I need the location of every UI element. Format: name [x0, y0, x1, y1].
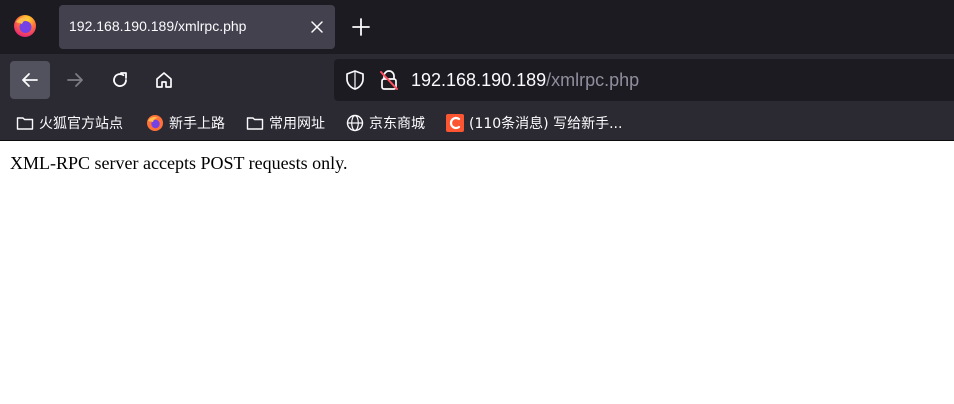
- bookmark-jd-mall[interactable]: 京东商城: [346, 111, 425, 135]
- folder-icon: [16, 117, 34, 130]
- bookmark-label: 新手上路: [169, 116, 225, 132]
- url-text[interactable]: 192.168.190.189/xmlrpc.php: [411, 70, 639, 91]
- arrow-left-icon: [22, 73, 38, 87]
- bookmark-folder-common-sites[interactable]: 常用网址: [246, 111, 325, 135]
- forward-button[interactable]: [55, 61, 95, 99]
- page-message: XML-RPC server accepts POST requests onl…: [10, 153, 348, 173]
- firefox-icon: [147, 115, 163, 131]
- csdn-icon: [446, 114, 464, 132]
- arrow-right-icon: [67, 73, 83, 87]
- tab-strip: 192.168.190.189/xmlrpc.php: [0, 0, 954, 54]
- bookmark-getting-started[interactable]: 新手上路: [146, 111, 225, 135]
- bookmark-label: 火狐官方站点: [39, 116, 123, 132]
- folder-icon: [246, 117, 264, 130]
- bookmark-label: (110条消息) 写给新手...: [469, 116, 623, 132]
- globe-icon: [346, 114, 364, 132]
- address-bar[interactable]: 192.168.190.189/xmlrpc.php: [334, 59, 954, 101]
- navigation-toolbar: 192.168.190.189/xmlrpc.php: [0, 54, 954, 106]
- bookmarks-toolbar: 火狐官方站点 新手上路 常用网址 京东商城 (110条消息) 写给新手...: [0, 106, 954, 141]
- reload-icon: [113, 72, 127, 87]
- firefox-logo-icon[interactable]: [12, 13, 38, 39]
- back-button[interactable]: [10, 61, 50, 99]
- url-host: 192.168.190.189: [411, 70, 547, 90]
- close-icon[interactable]: [307, 17, 327, 37]
- tab-active[interactable]: 192.168.190.189/xmlrpc.php: [59, 5, 335, 49]
- bookmark-csdn-article[interactable]: (110条消息) 写给新手...: [446, 111, 622, 135]
- new-tab-icon[interactable]: [350, 16, 372, 38]
- url-path: /xmlrpc.php: [546, 70, 640, 90]
- bookmark-label: 常用网址: [269, 116, 325, 132]
- home-button[interactable]: [144, 61, 184, 99]
- shield-icon[interactable]: [344, 69, 366, 91]
- home-icon: [156, 72, 172, 88]
- reload-button[interactable]: [100, 61, 140, 99]
- insecure-lock-icon[interactable]: [378, 69, 400, 91]
- bookmark-label: 京东商城: [369, 116, 425, 132]
- bookmark-folder-firefox-official[interactable]: 火狐官方站点: [16, 111, 123, 135]
- tab-title: 192.168.190.189/xmlrpc.php: [69, 18, 247, 34]
